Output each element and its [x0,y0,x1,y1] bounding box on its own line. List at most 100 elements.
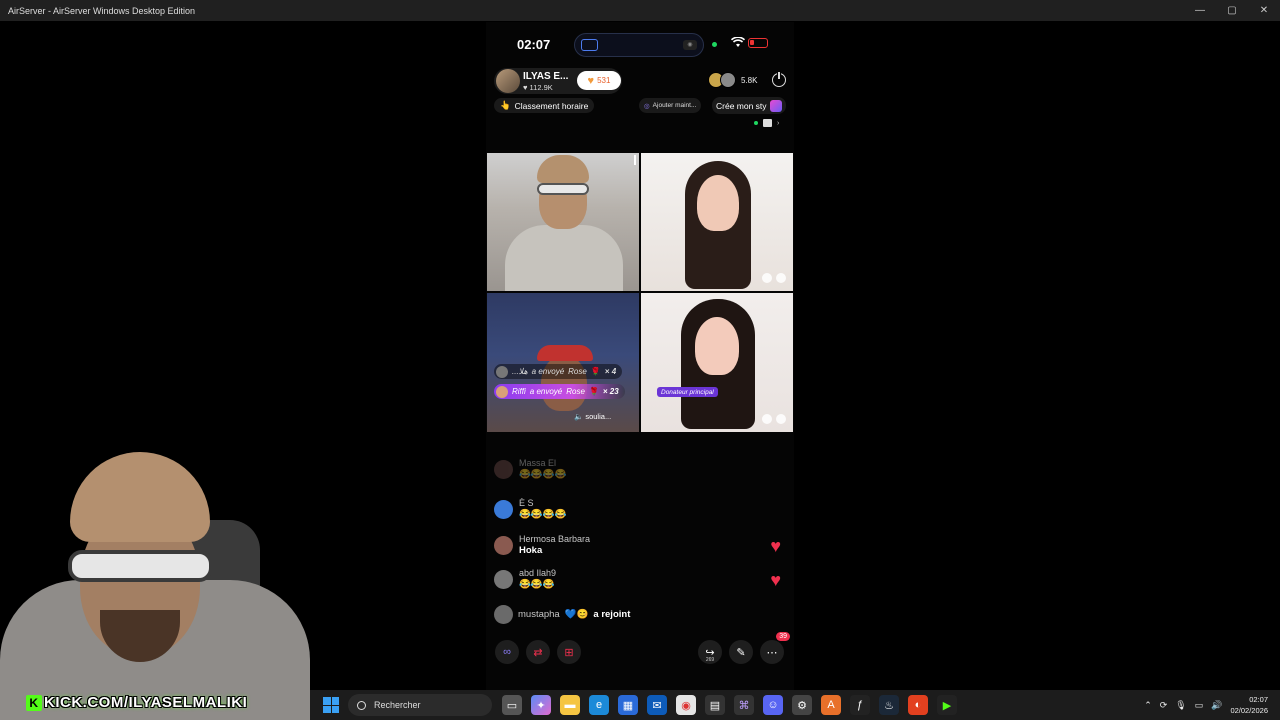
top-donor-badge: Donateur principal [657,387,718,397]
mini-controls[interactable]: › [754,119,779,127]
guest-caption: 🔈 soulia... [574,412,611,421]
gift-sender-avatar [496,365,508,378]
discord-icon[interactable]: ☺ [763,695,783,715]
chat-avatar[interactable] [494,536,513,555]
rose-icon: 🌹 [588,387,599,396]
chat-message[interactable]: abd Ilah9 😂😂😂 ♥ [494,568,789,598]
maximize-button[interactable]: ▢ [1216,0,1248,21]
gift-notification: Riffi a envoyé Rose 🌹 × 23 [494,384,625,399]
chat-text: 😂😂😂😂 [519,469,567,480]
gift-action: a envoyé [529,387,563,396]
guest-tile-2[interactable] [641,153,793,291]
clock-date: 02/02/2026 [1230,706,1268,715]
gamepad-icon[interactable]: ⌘ [734,695,754,715]
ranking-pill[interactable]: 👆 Classement horaire [494,98,595,113]
sync-icon[interactable]: ⟳ [1160,700,1168,711]
more-button[interactable]: ⋯ 39 [760,632,790,664]
target-icon: ◎ [644,102,650,110]
edge-icon[interactable]: e [589,695,609,715]
join-username[interactable]: mustapha [518,609,560,620]
follow-button[interactable]: ♥ 531 [577,71,621,90]
add-pill[interactable]: ◎ Ajouter maint... [639,98,702,113]
heart-icon: ♥ [587,74,595,87]
copilot-icon[interactable]: ✦ [531,695,551,715]
guest-face [695,317,739,375]
search-icon [357,700,366,710]
file-explorer-icon[interactable]: ▬ [560,695,580,715]
battery-icon [748,38,768,48]
viewer-avatar[interactable] [720,72,736,88]
share-button[interactable]: ↪ 269 [698,640,722,664]
app-f-icon[interactable]: ƒ [850,695,870,715]
host-name: ILYAS E... [523,71,569,82]
app-a-icon[interactable]: A [821,695,841,715]
guest-tile-3[interactable] [487,293,639,432]
mute-icon[interactable] [762,414,772,424]
guest-tile-host[interactable] [487,153,639,291]
avatar-style-icon [769,99,782,112]
chat-avatar[interactable] [494,500,513,519]
camera-icon: ◉ [683,40,697,50]
camera-indicator-dot [712,42,717,47]
chat-username[interactable]: Massa El [519,458,556,468]
viewer-list[interactable]: 5.8K [708,72,757,88]
inbox-icon[interactable]: ▤ [705,695,725,715]
style-pill[interactable]: Crée mon sty [712,97,786,114]
chevron-right-icon[interactable]: › [777,120,779,127]
settings-icon[interactable]: ⚙ [792,695,812,715]
steam-icon[interactable]: ♨ [879,695,899,715]
chat-message[interactable]: Massa El 😂😂😂😂 [494,458,789,488]
guest-tile-4[interactable] [641,293,793,432]
close-button[interactable]: ✕ [1248,0,1280,21]
chat-message[interactable]: È S 😂😂😂😂 [494,498,789,528]
plus-icon[interactable] [776,273,786,283]
guest-glasses [537,183,589,195]
mute-icon[interactable] [762,273,772,283]
taskbar-search[interactable]: Rechercher [348,694,492,716]
task-view-icon[interactable]: ▭ [502,695,522,715]
kick-overlay: K KICK.COM/ILYASELMALIKI [26,694,247,711]
apps-grid-icon[interactable]: ⊞ [557,640,581,664]
chat-avatar[interactable] [494,570,513,589]
power-icon[interactable] [772,71,786,87]
chat-avatar[interactable] [494,460,513,479]
battle-icon[interactable]: ⇄ [526,640,550,664]
chat-username[interactable]: Hermosa Barbara [519,534,590,544]
guest-caption-text: soulia... [585,412,612,421]
host-avatar[interactable] [496,69,520,93]
windows-start-icon[interactable] [323,697,339,713]
window-titlebar: AirServer - AirServer Windows Desktop Ed… [0,0,1280,21]
app-ea-icon[interactable]: ◐ [908,695,928,715]
play-icon[interactable]: ▶ [937,695,957,715]
online-dot [754,121,758,125]
mic-icon[interactable]: 🎙 [1175,700,1186,711]
gift-action: a envoyé [531,367,565,376]
phone-screen: 02:07 ◉ ILYAS E... ♥ 112.9K ♥ 531 5.8K 👆… [486,22,794,690]
chat-username[interactable]: abd Ilah9 [519,568,556,578]
display-icon[interactable]: ▭ [1195,700,1204,711]
add-label: Ajouter maint... [652,102,697,109]
magic-wand-icon[interactable]: ✎ [729,640,753,664]
hand-icon: 👆 [500,100,511,110]
home-icon[interactable] [763,119,772,127]
chevron-up-icon[interactable]: ⌃ [1144,700,1152,711]
clock-time: 02:07 [1249,695,1268,704]
chat-username[interactable]: È S [519,498,534,508]
join-emoji: 💙😊 [564,608,589,620]
taskbar-clock[interactable]: 02:07 02/02/2026 [1230,694,1268,716]
store-icon[interactable]: ▦ [618,695,638,715]
gift-sender: Riffi [512,387,526,396]
plus-icon[interactable] [776,414,786,424]
outlook-icon[interactable]: ✉ [647,695,667,715]
heart-icon[interactable]: ♥ [770,536,781,557]
speaker-icon: 🔈 [574,412,584,421]
chrome-icon[interactable]: ◉ [676,695,696,715]
link-icon[interactable]: ∞ [495,640,519,664]
chat-message[interactable]: Hermosa Barbara Hoka ♥ [494,534,789,564]
volume-icon[interactable]: 🔊 [1211,700,1222,711]
chat-text: Hoka [519,545,543,556]
minimize-button[interactable]: — [1184,0,1216,21]
chat-avatar[interactable] [494,604,513,624]
heart-icon[interactable]: ♥ [770,570,781,591]
guest-face [697,175,739,231]
